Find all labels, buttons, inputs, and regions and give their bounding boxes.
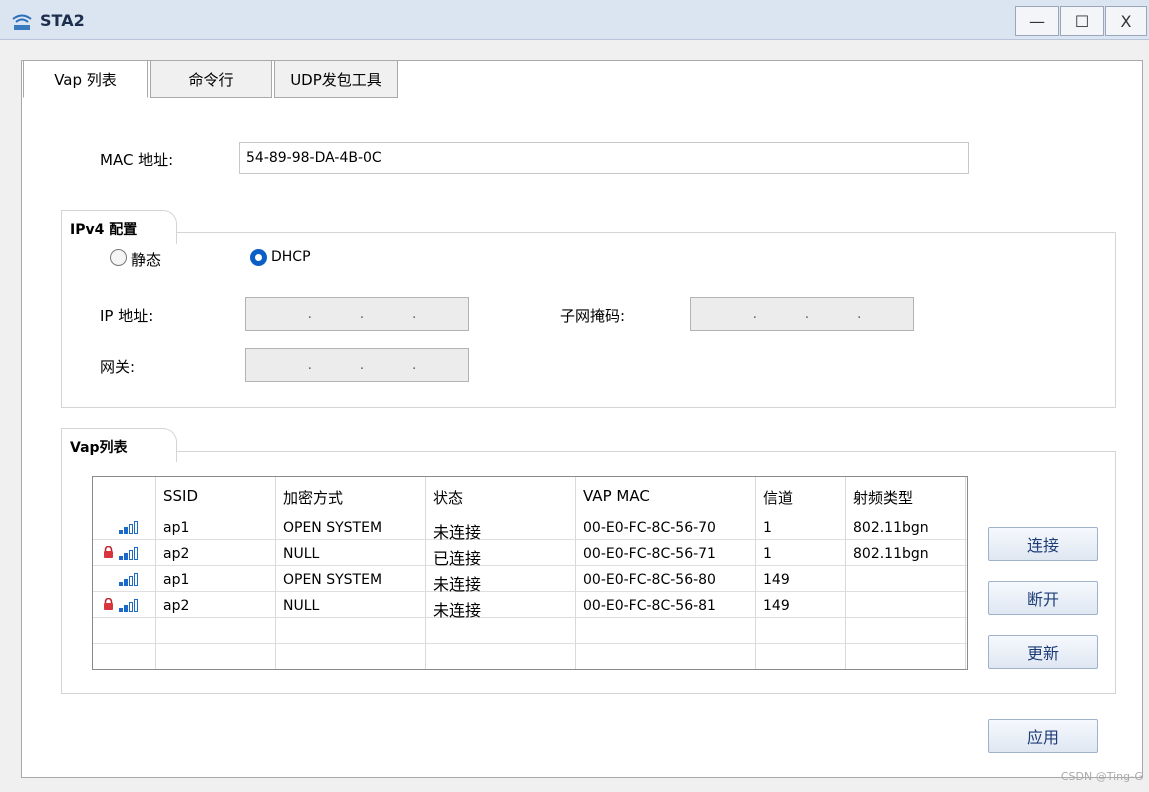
header-vap-mac[interactable]: VAP MAC — [583, 487, 650, 505]
ip-dot: . — [307, 306, 312, 322]
lock-icon — [104, 598, 113, 610]
mac-address-field[interactable]: 54-89-98-DA-4B-0C — [239, 142, 969, 174]
ip-address-field[interactable]: . . . — [245, 297, 469, 331]
row3-mac[interactable]: 00-E0-FC-8C-56-80 — [583, 572, 716, 588]
header-encryption[interactable]: 加密方式 — [283, 487, 343, 508]
row-divider — [93, 643, 967, 644]
connect-button[interactable]: 连接 — [988, 527, 1098, 561]
gateway-field[interactable]: . . . — [245, 348, 469, 382]
static-label: 静态 — [131, 251, 162, 269]
header-ssid[interactable]: SSID — [163, 487, 198, 505]
row2-encryption[interactable]: NULL — [283, 546, 319, 562]
row4-channel[interactable]: 149 — [763, 598, 790, 614]
header-channel[interactable]: 信道 — [763, 487, 793, 508]
column-divider — [575, 477, 576, 669]
gateway-label: 网关: — [100, 358, 136, 376]
signal-strength-icon — [119, 547, 138, 560]
signal-strength-icon — [119, 573, 138, 586]
row3-channel[interactable]: 149 — [763, 572, 790, 588]
column-divider — [155, 477, 156, 669]
mac-label: MAC 地址: — [100, 151, 174, 169]
row3-encryption[interactable]: OPEN SYSTEM — [283, 572, 382, 588]
apply-button[interactable]: 应用 — [988, 719, 1098, 753]
signal-strength-icon — [119, 521, 138, 534]
ip-address-label: IP 地址: — [100, 307, 154, 325]
gateway-dot: . — [307, 357, 312, 373]
row4-encryption[interactable]: NULL — [283, 598, 319, 614]
window-title: STA2 — [40, 11, 85, 30]
subnet-mask-label: 子网掩码: — [560, 307, 626, 325]
mask-dot: . — [752, 306, 757, 322]
tab-udp-tool[interactable]: UDP发包工具 — [274, 60, 398, 98]
vap-list-group-title: Vap列表 — [61, 428, 177, 462]
minimize-button[interactable]: — — [1015, 6, 1059, 36]
ipv4-group-title: IPv4 配置 — [61, 210, 177, 244]
subnet-mask-field[interactable]: . . . — [690, 297, 914, 331]
row-divider — [93, 617, 967, 618]
row-divider — [93, 565, 967, 566]
row2-channel[interactable]: 1 — [763, 546, 772, 562]
wireless-station-icon — [12, 14, 32, 30]
watermark: CSDN @Ting-G — [1060, 770, 1143, 783]
row2-radio[interactable]: 802.11bgn — [853, 546, 929, 562]
row1-encryption[interactable]: OPEN SYSTEM — [283, 520, 382, 536]
row2-status[interactable]: 已连接 — [433, 545, 481, 569]
dhcp-radio[interactable] — [250, 249, 267, 266]
row4-status[interactable]: 未连接 — [433, 597, 481, 621]
title-bar: STA2 — ☐ X — [0, 0, 1149, 40]
column-divider — [425, 477, 426, 669]
row-divider — [93, 591, 967, 592]
column-divider — [275, 477, 276, 669]
row3-status[interactable]: 未连接 — [433, 571, 481, 595]
header-status[interactable]: 状态 — [433, 487, 463, 508]
row3-ssid[interactable]: ap1 — [163, 572, 189, 588]
row1-mac[interactable]: 00-E0-FC-8C-56-70 — [583, 520, 716, 536]
column-divider — [965, 477, 966, 669]
mask-dot: . — [804, 306, 810, 322]
tab-command-line[interactable]: 命令行 — [150, 60, 272, 98]
gateway-dot: . — [412, 357, 417, 373]
row1-channel[interactable]: 1 — [763, 520, 772, 536]
row4-mac[interactable]: 00-E0-FC-8C-56-81 — [583, 598, 716, 614]
row4-ssid[interactable]: ap2 — [163, 598, 189, 614]
ip-dot: . — [359, 306, 365, 322]
maximize-button[interactable]: ☐ — [1060, 6, 1104, 36]
vap-table[interactable]: SSID 加密方式 状态 VAP MAC 信道 射频类型 ap1 OPEN SY… — [92, 476, 968, 670]
header-radio-type[interactable]: 射频类型 — [853, 487, 913, 508]
row1-ssid[interactable]: ap1 — [163, 520, 189, 536]
gateway-dot: . — [359, 357, 365, 373]
ip-dot: . — [412, 306, 417, 322]
row-divider — [93, 539, 967, 540]
tab-vap-list[interactable]: Vap 列表 — [23, 60, 148, 98]
row2-mac[interactable]: 00-E0-FC-8C-56-71 — [583, 546, 716, 562]
mask-dot: . — [857, 306, 862, 322]
row1-status[interactable]: 未连接 — [433, 519, 481, 543]
disconnect-button[interactable]: 断开 — [988, 581, 1098, 615]
row2-ssid[interactable]: ap2 — [163, 546, 189, 562]
row1-radio[interactable]: 802.11bgn — [853, 520, 929, 536]
column-divider — [845, 477, 846, 669]
close-button[interactable]: X — [1105, 6, 1147, 36]
dhcp-label: DHCP — [271, 249, 311, 265]
signal-strength-icon — [119, 599, 138, 612]
lock-icon — [104, 546, 113, 558]
refresh-button[interactable]: 更新 — [988, 635, 1098, 669]
column-divider — [755, 477, 756, 669]
static-radio[interactable] — [110, 249, 127, 266]
